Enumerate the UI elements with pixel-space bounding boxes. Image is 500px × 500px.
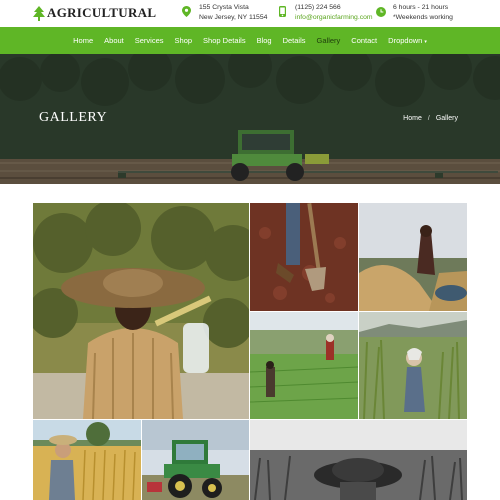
nav-shop[interactable]: Shop (175, 36, 193, 45)
farmers-in-green-field-photo[interactable] (250, 312, 358, 419)
address-info: 155 Crysta Vista New Jersey, NY 11554 (182, 3, 267, 23)
farmer-in-wheat-field-photo[interactable] (33, 420, 141, 500)
tree-icon (33, 5, 45, 21)
farmer-with-hat-black-white-photo[interactable] (250, 420, 467, 500)
nav-blog[interactable]: Blog (257, 36, 272, 45)
hours-info: 6 hours - 21 hours *Weekends working (376, 3, 453, 23)
breadcrumb-current: Gallery (435, 115, 458, 122)
nav-about[interactable]: About (104, 36, 124, 45)
farmer-with-straw-hat-photo[interactable] (33, 203, 249, 419)
nav-contact[interactable]: Contact (351, 36, 377, 45)
breadcrumb-home-link[interactable]: Home (403, 115, 422, 122)
soil-and-shovel-photo[interactable] (250, 203, 358, 311)
page-title: GALLERY (39, 110, 108, 125)
nav-services[interactable]: Services (135, 36, 164, 45)
chevron-down-icon: ▾ (424, 39, 427, 45)
top-bar: AGRICULTURAL 155 Crysta Vista New Jersey… (0, 0, 500, 27)
hours-line1: 6 hours - 21 hours (393, 4, 449, 11)
nav-gallery[interactable]: Gallery (317, 36, 341, 45)
phone-number[interactable]: (1125) 224 566 (295, 3, 373, 13)
brand-name: AGRICULTURAL (47, 5, 157, 20)
nav-details[interactable]: Details (283, 36, 306, 45)
phone-info: (1125) 224 566 info@organicfarming.com (278, 3, 373, 23)
hours-line2: *Weekends working (393, 14, 453, 21)
nav-shop-details[interactable]: Shop Details (203, 36, 246, 45)
nav-home[interactable]: Home (73, 36, 93, 45)
brand-logo[interactable]: AGRICULTURAL (33, 5, 156, 21)
address-line2: New Jersey, NY 11554 (199, 14, 268, 21)
clock-icon (376, 4, 386, 17)
green-tractor-photo[interactable] (142, 420, 249, 500)
main-nav: Home About Services Shop Shop Details Bl… (0, 27, 500, 54)
map-pin-icon (182, 4, 191, 17)
woman-with-grain-pile-photo[interactable] (359, 203, 467, 311)
woman-in-tall-grass-photo[interactable] (359, 312, 467, 419)
address-line1: 155 Crysta Vista (199, 4, 249, 11)
breadcrumb: Home / Gallery (403, 115, 458, 122)
nav-dropdown[interactable]: Dropdown ▾ (388, 36, 427, 45)
email-link[interactable]: info@organicfarming.com (295, 13, 373, 23)
nav-dropdown-label: Dropdown (388, 36, 423, 45)
page-hero: GALLERY Home / Gallery (0, 54, 500, 184)
phone-icon (278, 4, 287, 17)
breadcrumb-separator: / (427, 115, 430, 122)
